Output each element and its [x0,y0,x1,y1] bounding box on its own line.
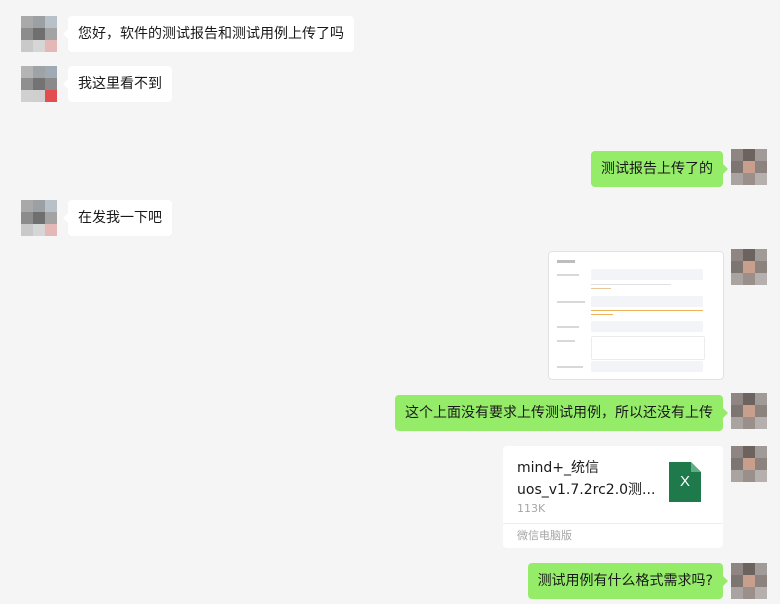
my-avatar[interactable] [731,393,767,429]
file-card-divider [503,523,723,524]
file-message-card[interactable]: mind+_统信uos_v1.7.2rc2.0测... 113K X 微信电脑版 [503,446,723,548]
contact-avatar[interactable] [21,16,57,52]
message-bubble-incoming[interactable]: 我这里看不到 [63,66,172,102]
excel-icon-letter: X [679,473,690,490]
contact-avatar[interactable] [21,66,57,102]
excel-file-icon: X [669,462,701,502]
file-size: 113K [517,502,546,515]
image-message-thumbnail[interactable] [548,251,724,380]
message-bubble-incoming[interactable]: 在发我一下吧 [63,200,172,236]
my-avatar[interactable] [731,149,767,185]
my-avatar[interactable] [731,249,767,285]
contact-avatar[interactable] [21,200,57,236]
message-bubble-incoming[interactable]: 您好，软件的测试报告和测试用例上传了吗 [63,16,354,52]
file-name: mind+_统信uos_v1.7.2rc2.0测... [517,460,656,498]
message-bubble-outgoing[interactable]: 测试报告上传了的 [591,151,728,187]
my-avatar[interactable] [731,446,767,482]
message-bubble-outgoing[interactable]: 测试用例有什么格式需求吗? [527,563,729,599]
my-avatar[interactable] [731,563,767,599]
file-source-label: 微信电脑版 [517,529,572,542]
message-bubble-outgoing[interactable]: 这个上面没有要求上传测试用例，所以还没有上传 [395,395,728,431]
